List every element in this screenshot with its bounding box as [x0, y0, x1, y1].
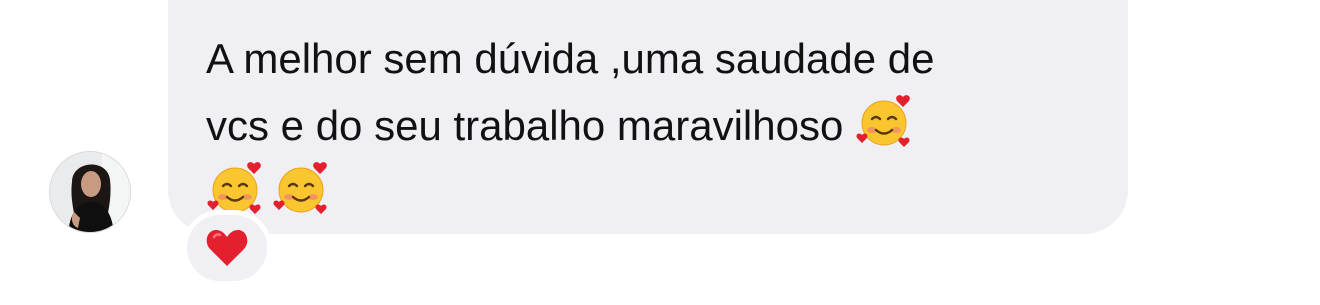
reaction-badge[interactable] — [182, 210, 272, 286]
smiling-face-with-hearts-icon — [206, 159, 264, 217]
sender-avatar[interactable] — [49, 151, 131, 233]
message-line-2: vcs e do seu trabalho maravilhoso — [206, 102, 844, 149]
red-heart-icon — [206, 229, 248, 266]
message-bubble[interactable]: A melhor sem dúvida ,uma saudade de vcs … — [168, 0, 1128, 234]
message-line-1: A melhor sem dúvida ,uma saudade de — [206, 35, 935, 82]
smiling-face-with-hearts-icon — [855, 92, 913, 150]
message-text: A melhor sem dúvida ,uma saudade de vcs … — [206, 26, 1106, 226]
avatar-photo — [50, 152, 130, 232]
smiling-face-with-hearts-icon — [272, 159, 330, 217]
